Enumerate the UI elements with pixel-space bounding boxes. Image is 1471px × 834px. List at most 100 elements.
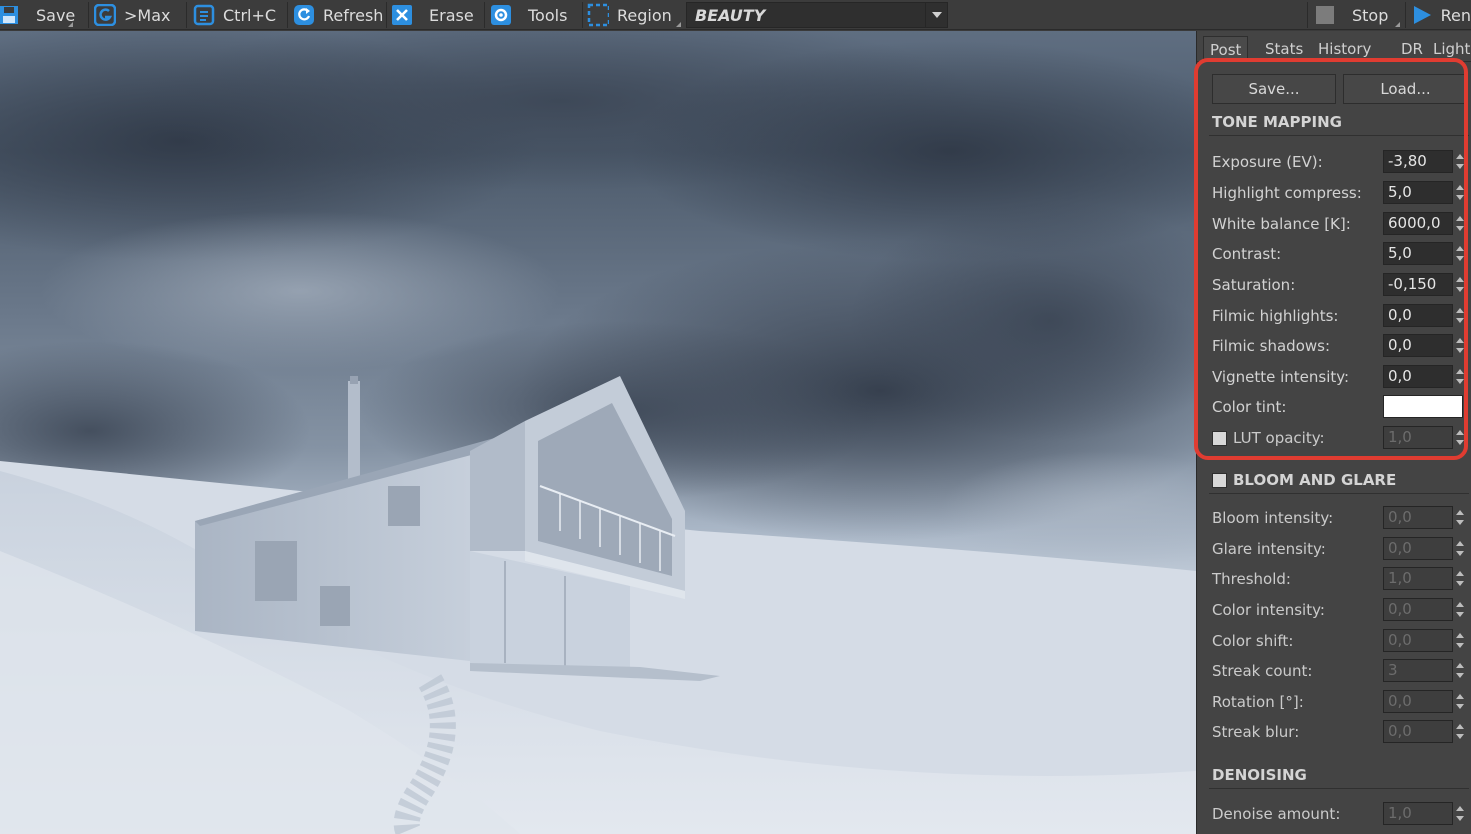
color-shift-row: Color shift: 0,0 [1212, 629, 1471, 653]
clipboard-icon [193, 4, 215, 26]
render-channel-value: BEAUTY [695, 6, 766, 25]
refresh-button[interactable]: Refresh [293, 0, 385, 30]
color-tint-swatch[interactable] [1383, 395, 1463, 418]
tab-stats[interactable]: Stats [1259, 36, 1309, 62]
color-tint-row: Color tint: [1212, 395, 1471, 419]
filmic-highlights-spinner[interactable] [1455, 305, 1465, 327]
highlight-compress-row: Highlight compress: 5,0 [1212, 181, 1471, 205]
glare-intensity-label: Glare intensity: [1212, 540, 1326, 558]
contrast-label: Contrast: [1212, 245, 1282, 263]
denoise-amount-row: Denoise amount: 1,0 [1212, 802, 1471, 826]
contrast-spinner[interactable] [1455, 243, 1465, 265]
send-to-max-label: >Max [124, 5, 171, 25]
threshold-spinner[interactable] [1455, 568, 1465, 590]
color-intensity-field[interactable]: 0,0 [1383, 598, 1453, 621]
tab-history[interactable]: History [1312, 36, 1377, 62]
tab-light[interactable]: Light [1427, 36, 1471, 62]
streak-blur-row: Streak blur: 0,0 [1212, 720, 1471, 744]
streak-count-label: Streak count: [1212, 662, 1313, 680]
streak-blur-field[interactable]: 0,0 [1383, 720, 1453, 743]
threshold-field[interactable]: 1,0 [1383, 567, 1453, 590]
streak-count-field[interactable]: 3 [1383, 659, 1453, 682]
bloom-glare-header: BLOOM AND GLARE [1212, 471, 1396, 489]
denoise-amount-field[interactable]: 1,0 [1383, 802, 1453, 825]
highlight-compress-spinner[interactable] [1455, 182, 1465, 204]
render-channel-select[interactable]: BEAUTY [686, 2, 948, 28]
rotation-spinner[interactable] [1455, 691, 1465, 713]
save-preset-button[interactable]: Save... [1212, 74, 1336, 104]
save-toolbar-button[interactable]: Save [0, 0, 75, 30]
vignette-intensity-spinner[interactable] [1455, 366, 1465, 388]
streak-count-spinner[interactable] [1455, 660, 1465, 682]
exposure-field[interactable]: -3,80 [1383, 150, 1453, 173]
stop-square-icon [1314, 4, 1336, 26]
filmic-shadows-label: Filmic shadows: [1212, 337, 1331, 355]
filmic-shadows-field[interactable]: 0,0 [1383, 334, 1453, 357]
exposure-row: Exposure (EV): -3,80 [1212, 150, 1471, 174]
streak-blur-label: Streak blur: [1212, 723, 1300, 741]
panel-tabs: Post Stats History DR Light [1197, 34, 1471, 62]
white-balance-spinner[interactable] [1455, 213, 1465, 235]
bloom-intensity-row: Bloom intensity: 0,0 [1212, 506, 1471, 530]
region-select-icon [587, 3, 609, 27]
render-button[interactable]: Ren [1412, 0, 1471, 30]
post-processing-panel: Post Stats History DR Light Save... Load… [1196, 31, 1471, 834]
tab-post[interactable]: Post [1203, 36, 1249, 62]
stop-button[interactable]: Stop [1314, 0, 1402, 30]
lut-checkbox[interactable] [1212, 431, 1227, 446]
color-shift-label: Color shift: [1212, 632, 1294, 650]
send-to-max-button[interactable]: >Max [94, 0, 184, 30]
gear-icon [490, 4, 512, 26]
stop-label: Stop [1352, 5, 1389, 25]
exposure-spinner[interactable] [1455, 151, 1465, 173]
copy-button[interactable]: Ctrl+C [193, 0, 285, 30]
filmic-highlights-label: Filmic highlights: [1212, 307, 1339, 325]
lut-opacity-spinner[interactable] [1455, 427, 1465, 449]
color-intensity-spinner[interactable] [1455, 599, 1465, 621]
color-shift-spinner[interactable] [1455, 630, 1465, 652]
filmic-shadows-spinner[interactable] [1455, 335, 1465, 357]
threshold-label: Threshold: [1212, 570, 1291, 588]
filmic-highlights-field[interactable]: 0,0 [1383, 304, 1453, 327]
vignette-intensity-field[interactable]: 0,0 [1383, 365, 1453, 388]
floppy-disk-icon [0, 4, 20, 26]
filmic-shadows-row: Filmic shadows: 0,0 [1212, 334, 1471, 358]
glare-intensity-spinner[interactable] [1455, 538, 1465, 560]
lut-opacity-field[interactable]: 1,0 [1383, 426, 1453, 449]
denoise-amount-label: Denoise amount: [1212, 805, 1341, 823]
color-intensity-row: Color intensity: 0,0 [1212, 598, 1471, 622]
bloom-intensity-field[interactable]: 0,0 [1383, 506, 1453, 529]
region-button[interactable]: Region [587, 0, 683, 30]
tab-dr[interactable]: DR [1395, 36, 1429, 62]
highlight-compress-field[interactable]: 5,0 [1383, 181, 1453, 204]
color-shift-field[interactable]: 0,0 [1383, 629, 1453, 652]
denoising-header: DENOISING [1212, 766, 1307, 784]
tools-button[interactable]: Tools [490, 0, 582, 30]
load-preset-button[interactable]: Load... [1343, 74, 1468, 104]
rotation-label: Rotation [°]: [1212, 693, 1304, 711]
render-viewport[interactable] [0, 31, 1196, 834]
glare-intensity-field[interactable]: 0,0 [1383, 537, 1453, 560]
render-label: Ren [1440, 5, 1471, 25]
bloom-glare-checkbox[interactable] [1212, 472, 1227, 488]
exposure-label: Exposure (EV): [1212, 153, 1323, 171]
streak-blur-spinner[interactable] [1455, 721, 1465, 743]
lut-opacity-row: LUT opacity: 1,0 [1212, 426, 1471, 450]
rotation-row: Rotation [°]: 0,0 [1212, 690, 1471, 714]
bloom-intensity-spinner[interactable] [1455, 507, 1465, 529]
refresh-icon [293, 4, 315, 26]
denoise-amount-spinner[interactable] [1455, 803, 1465, 825]
white-balance-label: White balance [K]: [1212, 215, 1351, 233]
glare-intensity-row: Glare intensity: 0,0 [1212, 537, 1471, 561]
white-balance-field[interactable]: 6000,0 [1383, 212, 1453, 235]
saturation-spinner[interactable] [1455, 274, 1465, 296]
rotation-field[interactable]: 0,0 [1383, 690, 1453, 713]
saturation-field[interactable]: -0,150 [1383, 273, 1453, 296]
contrast-field[interactable]: 5,0 [1383, 242, 1453, 265]
erase-button[interactable]: Erase [391, 0, 483, 30]
refresh-label: Refresh [323, 5, 384, 25]
region-label: Region [617, 5, 672, 25]
chevron-down-icon[interactable] [925, 3, 947, 27]
white-balance-row: White balance [K]: 6000,0 [1212, 212, 1471, 236]
saturation-row: Saturation: -0,150 [1212, 273, 1471, 297]
